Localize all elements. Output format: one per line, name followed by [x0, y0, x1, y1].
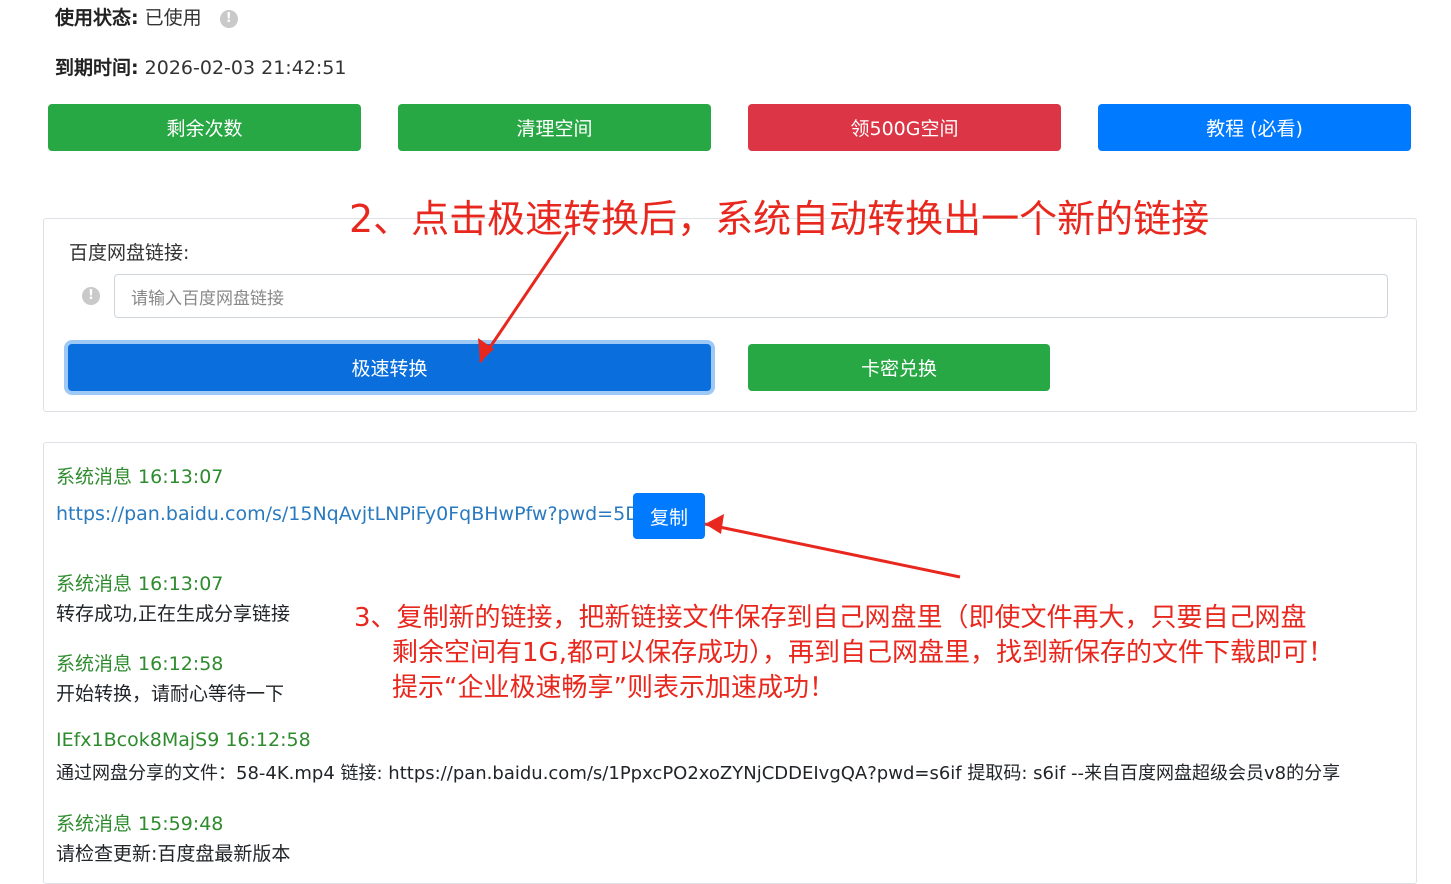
redeem-card-button[interactable]: 卡密兑换 [748, 344, 1050, 391]
usage-status-label: 使用状态: [55, 7, 139, 29]
message-title: 系统消息 16:13:07 [56, 466, 224, 488]
expiry-time-label: 到期时间: [55, 57, 139, 79]
info-icon[interactable]: ! [219, 9, 238, 28]
message-body: 请检查更新:百度盘最新版本 [56, 843, 291, 865]
message-title: IEfx1Bcok8MajS9 16:12:58 [56, 729, 311, 751]
step3-annotation-line1: 3、复制新的链接，把新链接文件保存到自己网盘里（即使文件再大，只要自己网盘 [354, 603, 1307, 633]
usage-status: 使用状态: 已使用 ! [55, 3, 238, 30]
message-title: 系统消息 15:59:48 [56, 813, 224, 835]
message-body: 通过网盘分享的文件：58-4K.mp4 链接: https://pan.baid… [56, 763, 1341, 784]
warning-icon: ! [82, 287, 100, 305]
copy-button[interactable]: 复制 [633, 493, 705, 539]
remaining-count-button[interactable]: 剩余次数 [48, 104, 361, 151]
message-body: 转存成功,正在生成分享链接 [56, 603, 291, 625]
step3-annotation-line2: 剩余空间有1G,都可以保存成功），再到自己网盘里，找到新保存的文件下载即可！ [392, 638, 1334, 668]
expiry-time: 到期时间: 2026-02-03 21:42:51 [55, 53, 346, 80]
usage-status-value: 已使用 [144, 7, 202, 29]
generated-link[interactable]: https://pan.baidu.com/s/15NqAvjtLNPiFy0F… [56, 503, 664, 525]
baidu-link-label: 百度网盘链接: [69, 242, 190, 264]
tutorial-button[interactable]: 教程 (必看) [1098, 104, 1411, 151]
baidu-link-input[interactable]: 请输入百度网盘链接 [114, 274, 1388, 318]
message-body: 开始转换，请耐心等待一下 [56, 683, 285, 705]
step2-annotation: 2、点击极速转换后，系统自动转换出一个新的链接 [349, 197, 1210, 241]
fast-convert-button[interactable]: 极速转换 [68, 344, 711, 391]
message-title: 系统消息 16:12:58 [56, 653, 224, 675]
expiry-time-value: 2026-02-03 21:42:51 [144, 57, 347, 79]
message-title: 系统消息 16:13:07 [56, 573, 224, 595]
clean-space-button[interactable]: 清理空间 [398, 104, 711, 151]
claim-500g-button[interactable]: 领500G空间 [748, 104, 1061, 151]
step3-annotation-line3: 提示“企业极速畅享”则表示加速成功！ [392, 673, 835, 703]
